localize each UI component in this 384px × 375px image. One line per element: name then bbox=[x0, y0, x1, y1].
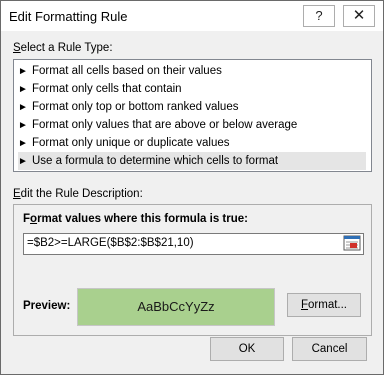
rule-type-item-above-below-average[interactable]: ► Format only values that are above or be… bbox=[18, 116, 366, 134]
rule-type-label: Select a Rule Type: bbox=[13, 42, 113, 54]
rule-type-item-all-cells[interactable]: ► Format all cells based on their values bbox=[18, 62, 366, 80]
rule-type-item-top-bottom[interactable]: ► Format only top or bottom ranked values bbox=[18, 98, 366, 116]
bullet-arrow-icon: ► bbox=[18, 156, 28, 167]
cancel-button[interactable]: Cancel bbox=[292, 337, 367, 361]
formula-value: =$B2>=LARGE($B$2:$B$21,10) bbox=[27, 237, 194, 249]
bullet-arrow-icon: ► bbox=[18, 66, 28, 77]
help-icon: ? bbox=[315, 8, 323, 23]
close-icon: ✕ bbox=[352, 7, 366, 24]
rule-type-list[interactable]: ► Format all cells based on their values … bbox=[13, 59, 372, 172]
close-button[interactable]: ✕ bbox=[343, 5, 375, 27]
rule-type-item-unique-duplicate[interactable]: ► Format only unique or duplicate values bbox=[18, 134, 366, 152]
bullet-arrow-icon: ► bbox=[18, 120, 28, 131]
formula-label: Format values where this formula is true… bbox=[23, 213, 248, 225]
edit-formatting-rule-dialog: Edit Formatting Rule ? ✕ Select a Rule T… bbox=[0, 0, 384, 375]
collapse-dialog-icon[interactable] bbox=[343, 235, 361, 251]
preview-sample: AaBbCcYyZz bbox=[77, 288, 275, 326]
help-button[interactable]: ? bbox=[303, 5, 335, 27]
rule-type-item-use-formula[interactable]: ► Use a formula to determine which cells … bbox=[18, 152, 366, 170]
bullet-arrow-icon: ► bbox=[18, 102, 28, 113]
format-button[interactable]: Format... bbox=[287, 293, 361, 317]
rule-description-label: Edit the Rule Description: bbox=[13, 188, 143, 200]
dialog-title: Edit Formatting Rule bbox=[9, 9, 128, 24]
rule-type-item-cells-that-contain[interactable]: ► Format only cells that contain bbox=[18, 80, 366, 98]
formula-input[interactable]: =$B2>=LARGE($B$2:$B$21,10) bbox=[23, 233, 364, 255]
bullet-arrow-icon: ► bbox=[18, 84, 28, 95]
bullet-arrow-icon: ► bbox=[18, 138, 28, 149]
ok-button[interactable]: OK bbox=[210, 337, 284, 361]
title-bar: Edit Formatting Rule ? ✕ bbox=[1, 1, 383, 31]
preview-label: Preview: bbox=[23, 300, 71, 312]
